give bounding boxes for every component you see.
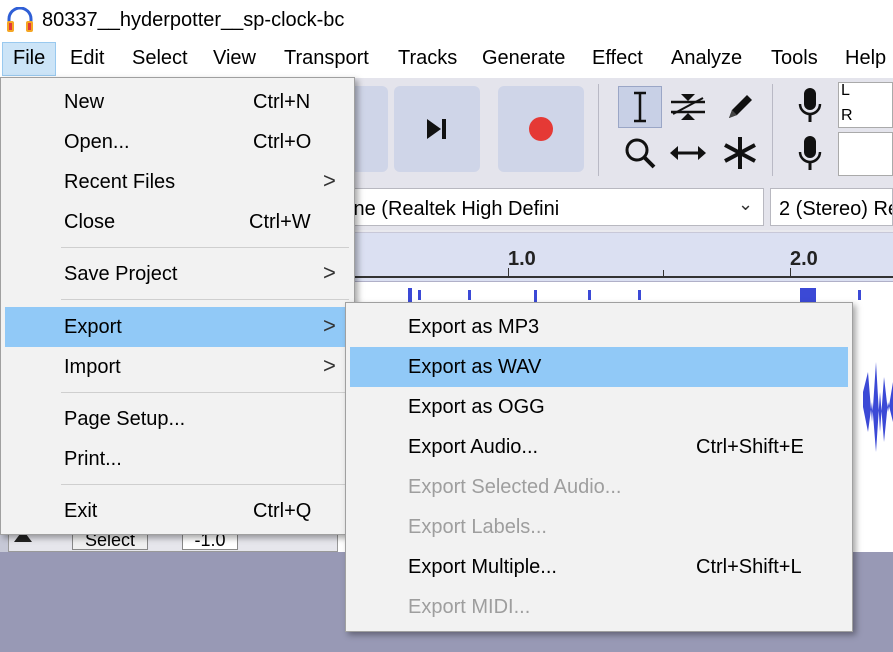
menu-separator [61, 247, 349, 248]
submenu-arrow-icon: > [323, 313, 336, 338]
magnifier-icon [625, 138, 656, 169]
selection-tool-icon [634, 91, 646, 123]
envelope-tool-icon [671, 94, 705, 120]
menu-help[interactable]: Help [845, 47, 886, 70]
menu-tools[interactable]: Tools [771, 47, 818, 70]
timeshift-tool-button[interactable] [666, 132, 710, 174]
menu-item-save-project[interactable]: Save Project > [5, 254, 352, 294]
playback-meter[interactable] [838, 132, 893, 176]
menu-item-label: Export as OGG [408, 396, 545, 418]
file-menu: New Ctrl+N Open... Ctrl+O Recent Files >… [0, 77, 355, 535]
menu-item-label: Export [64, 316, 122, 338]
menu-item-recent-files[interactable]: Recent Files > [5, 162, 352, 202]
menu-separator [61, 392, 349, 393]
ruler-mark-2: 2.0 [790, 248, 818, 270]
menu-item-label: Open... [64, 131, 130, 153]
menu-item-label: Export Labels... [408, 516, 547, 538]
window-title: 80337__hyderpotter__sp-clock-bc [42, 9, 345, 31]
menu-item-export-ogg[interactable]: Export as OGG [350, 387, 848, 427]
channels-value: 2 (Stereo) Re [779, 198, 893, 220]
menu-item-label: Export Multiple... [408, 556, 557, 578]
draw-tool-button[interactable] [718, 86, 762, 128]
menu-item-shortcut: Ctrl+Shift+E [696, 436, 804, 458]
playback-meter-button[interactable] [788, 132, 832, 174]
input-device-select[interactable]: ophone (Realtek High Defini [300, 188, 764, 226]
menu-item-label: Save Project [64, 263, 178, 285]
multi-tool-icon [724, 137, 756, 169]
menu-file[interactable]: File [13, 47, 45, 70]
meter-left-label: L [841, 82, 850, 99]
menu-analyze[interactable]: Analyze [671, 47, 742, 70]
menu-item-label: Import [64, 356, 121, 378]
menu-item-label: Export as WAV [408, 356, 542, 378]
menu-item-shortcut: Ctrl+Shift+L [696, 556, 802, 578]
microphone-icon [798, 136, 822, 170]
record-meter-button[interactable] [788, 84, 832, 126]
multi-tool-button[interactable] [718, 132, 762, 174]
menu-item-export-selected-audio: Export Selected Audio... [350, 467, 848, 507]
menu-item-label: Recent Files [64, 171, 176, 193]
menu-item-label: Page Setup... [64, 408, 186, 430]
toolbar-separator [772, 84, 773, 176]
menu-item-import[interactable]: Import > [5, 347, 352, 387]
menu-item-shortcut: Ctrl+O [253, 131, 312, 153]
menu-item-shortcut: Ctrl+N [253, 91, 311, 113]
microphone-icon [798, 88, 822, 122]
menu-edit[interactable]: Edit [70, 47, 104, 70]
menu-item-export-wav[interactable]: Export as WAV [350, 347, 848, 387]
menu-item-label: Exit [64, 500, 98, 522]
menu-item-label: Close [64, 211, 116, 233]
chevron-down-icon: ⌄ [738, 194, 754, 214]
audacity-headphones-icon [7, 7, 33, 32]
ruler-mark-1: 1.0 [508, 248, 536, 270]
menu-item-export-midi: Export MIDI... [350, 587, 848, 627]
menu-item-label: New [64, 91, 105, 113]
menu-item-label: Export as MP3 [408, 316, 540, 338]
menu-item-label: Export MIDI... [408, 596, 531, 618]
menu-item-close[interactable]: Close Ctrl+W [5, 202, 352, 242]
menu-item-export-audio[interactable]: Export Audio... Ctrl+Shift+E [350, 427, 848, 467]
timeshift-icon [670, 146, 706, 160]
menu-select[interactable]: Select [132, 47, 188, 70]
menu-item-new[interactable]: New Ctrl+N [5, 82, 352, 122]
menu-item-exit[interactable]: Exit Ctrl+Q [5, 491, 352, 531]
menu-item-label: Export Audio... [408, 436, 539, 458]
toolbar-separator [598, 84, 599, 176]
menu-generate[interactable]: Generate [482, 47, 565, 70]
skip-to-end-icon [427, 119, 446, 139]
menu-item-open[interactable]: Open... Ctrl+O [5, 122, 352, 162]
meter-right-label: R [841, 107, 853, 124]
ruler-baseline [300, 276, 893, 278]
menu-item-export-mp3[interactable]: Export as MP3 [350, 307, 848, 347]
submenu-arrow-icon: > [323, 353, 336, 378]
menu-view[interactable]: View [213, 47, 256, 70]
menu-item-export-labels: Export Labels... [350, 507, 848, 547]
envelope-tool-button[interactable] [666, 86, 710, 128]
menu-item-export[interactable]: Export > [5, 307, 352, 347]
menu-item-page-setup[interactable]: Page Setup... [5, 399, 352, 439]
pencil-icon [729, 95, 752, 118]
menu-item-export-multiple[interactable]: Export Multiple... Ctrl+Shift+L [350, 547, 848, 587]
menu-separator [61, 484, 349, 485]
channels-select[interactable]: 2 (Stereo) Re [770, 188, 893, 226]
selection-tool-button[interactable] [618, 86, 662, 128]
menu-item-label: Export Selected Audio... [408, 476, 622, 498]
menu-item-shortcut: Ctrl+Q [253, 500, 312, 522]
menu-item-shortcut: Ctrl+W [249, 211, 311, 233]
submenu-arrow-icon: > [323, 168, 336, 193]
menu-tracks[interactable]: Tracks [398, 47, 457, 70]
skip-to-end-button[interactable] [394, 86, 480, 172]
menu-separator [61, 299, 349, 300]
export-submenu: Export as MP3 Export as WAV Export as OG… [345, 302, 853, 632]
menu-transport[interactable]: Transport [284, 47, 369, 70]
zoom-tool-button[interactable] [618, 132, 662, 174]
record-button[interactable] [498, 86, 584, 172]
menu-item-label: Print... [64, 448, 122, 470]
submenu-arrow-icon: > [323, 260, 336, 285]
record-icon [529, 117, 553, 141]
menu-effect[interactable]: Effect [592, 47, 643, 70]
menu-item-print[interactable]: Print... [5, 439, 352, 479]
